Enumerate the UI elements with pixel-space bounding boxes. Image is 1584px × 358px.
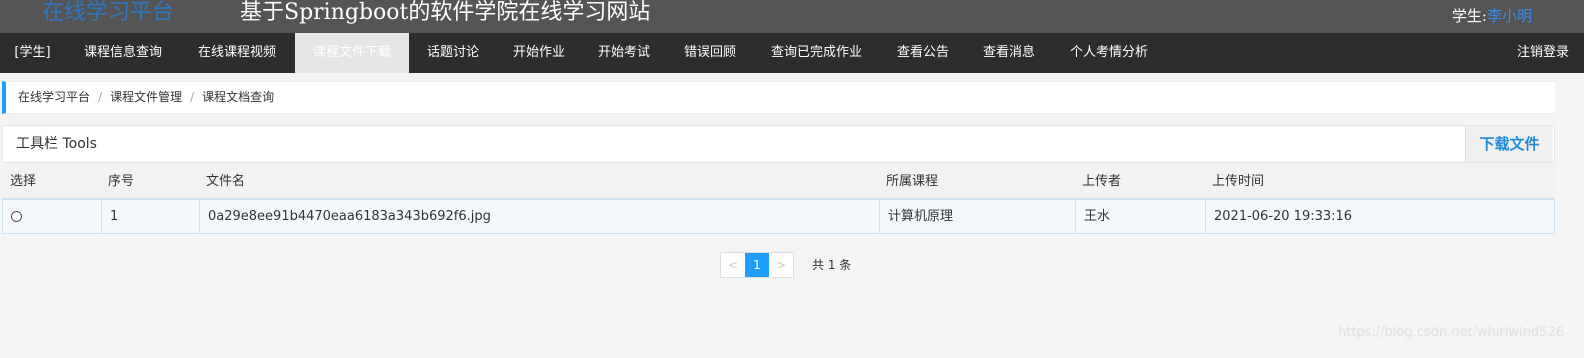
row-select-cell[interactable] xyxy=(3,200,101,233)
table-header: 选择 序号 文件名 所属课程 上传者 上传时间 xyxy=(2,165,1555,199)
nav-item-topic-discussion[interactable]: 话题讨论 xyxy=(411,33,495,73)
logout-link[interactable]: 注销登录 xyxy=(1517,33,1569,73)
file-table: 选择 序号 文件名 所属课程 上传者 上传时间 1 0a29e8ee91b447… xyxy=(2,165,1555,234)
breadcrumb-separator: / xyxy=(190,90,195,104)
brand-logo-text: 在线学习平台 xyxy=(42,0,175,25)
nav-item-completed-homework[interactable]: 查询已完成作业 xyxy=(754,33,879,73)
row-uploader: 王水 xyxy=(1075,200,1205,233)
nav-item-messages[interactable]: 查看消息 xyxy=(967,33,1051,73)
toolbar: 工具栏 Tools 下载文件 xyxy=(2,125,1555,163)
top-header: 在线学习平台 基于Springboot的软件学院在线学习网站 学生:李小明 xyxy=(0,0,1584,33)
current-user: 学生:李小明 xyxy=(1452,5,1532,26)
nav-item-attendance-analysis[interactable]: 个人考情分析 xyxy=(1053,33,1165,73)
user-name[interactable]: 李小明 xyxy=(1487,7,1532,25)
pagination-total: 共 1 条 xyxy=(812,258,852,272)
pagination: < 1 > xyxy=(720,252,794,278)
column-header-filename[interactable]: 文件名 xyxy=(198,165,878,198)
row-index: 1 xyxy=(101,200,199,233)
nav-item-error-review[interactable]: 错误回顾 xyxy=(668,33,752,73)
watermark-text: https://blog.csdn.net/whirlwind526 xyxy=(1337,325,1564,340)
prev-page-button[interactable]: < xyxy=(721,253,745,277)
next-page-button[interactable]: > xyxy=(769,253,793,277)
row-upload-time: 2021-06-20 19:33:16 xyxy=(1205,200,1556,233)
page-number-current[interactable]: 1 xyxy=(745,253,769,277)
nav-item-start-exam[interactable]: 开始考试 xyxy=(582,33,666,73)
column-header-index[interactable]: 序号 xyxy=(100,165,198,198)
row-radio-button[interactable] xyxy=(11,211,22,222)
row-course: 计算机原理 xyxy=(879,200,1075,233)
toolbar-title: 工具栏 Tools xyxy=(16,136,97,152)
user-role-label: 学生: xyxy=(1451,7,1487,25)
nav-item-file-download[interactable]: 课程文件下载 xyxy=(295,33,409,73)
download-file-button[interactable]: 下载文件 xyxy=(1465,126,1553,162)
nav-item-course-info[interactable]: 课程信息查询 xyxy=(67,33,179,73)
table-row[interactable]: 1 0a29e8ee91b4470eaa6183a343b692f6.jpg 计… xyxy=(2,199,1555,234)
row-filename: 0a29e8ee91b4470eaa6183a343b692f6.jpg xyxy=(199,200,879,233)
breadcrumb-separator: / xyxy=(98,90,103,104)
breadcrumb-item-platform[interactable]: 在线学习平台 xyxy=(18,90,90,104)
column-header-select[interactable]: 选择 xyxy=(2,165,100,198)
breadcrumb-item-file-management[interactable]: 课程文件管理 xyxy=(110,90,182,104)
column-header-course[interactable]: 所属课程 xyxy=(878,165,1074,198)
main-nav: [学生] 课程信息查询 在线课程视频 课程文件下载 话题讨论 开始作业 开始考试… xyxy=(0,33,1584,73)
nav-item-role[interactable]: [学生] xyxy=(0,33,65,73)
nav-item-start-homework[interactable]: 开始作业 xyxy=(497,33,581,73)
column-header-uploader[interactable]: 上传者 xyxy=(1074,165,1204,198)
breadcrumb: 在线学习平台 / 课程文件管理 / 课程文档查询 xyxy=(2,81,1555,114)
column-header-upload-time[interactable]: 上传时间 xyxy=(1204,165,1555,198)
breadcrumb-item-document-query: 课程文档查询 xyxy=(202,90,275,104)
nav-item-announcements[interactable]: 查看公告 xyxy=(881,33,965,73)
nav-item-online-video[interactable]: 在线课程视频 xyxy=(181,33,293,73)
site-title: 基于Springboot的软件学院在线学习网站 xyxy=(240,0,651,25)
